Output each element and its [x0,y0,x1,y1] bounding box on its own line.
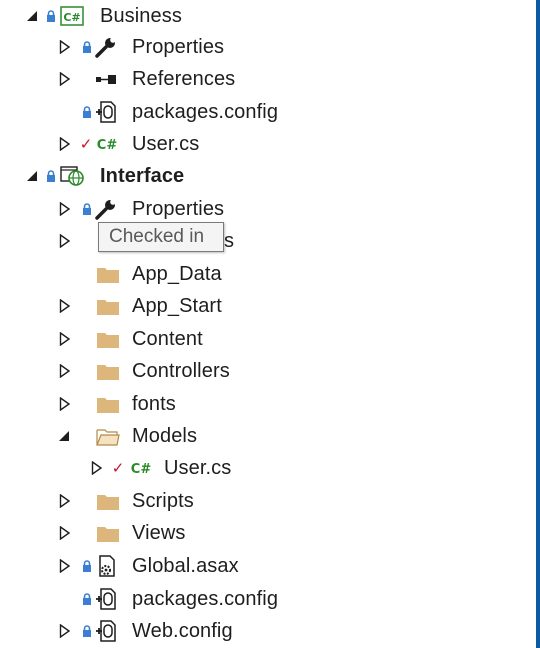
tree-node-business-references[interactable]: References [0,63,540,95]
tree-node-app-data[interactable]: App_Data [0,258,540,290]
lock-icon [82,583,92,615]
node-label: Global.asax [132,554,239,577]
folder-icon [96,355,120,387]
tree-node-global-asax[interactable]: Global.asax [0,550,540,582]
expanded-arrow-icon[interactable] [26,160,40,192]
wrench-icon [94,31,118,63]
tree-node-business-packages-config[interactable]: packages.config [0,96,540,128]
panel-edge [536,0,540,648]
lock-icon [82,550,92,582]
tree-node-views[interactable]: Views [0,517,540,549]
node-label: User.cs [132,132,200,155]
references-icon [94,63,118,95]
tree-node-fonts[interactable]: fonts [0,388,540,420]
collapsed-arrow-icon[interactable] [58,485,72,517]
tree-node-interface-properties[interactable]: Properties [0,193,540,225]
tree-node-app-start[interactable]: App_Start [0,290,540,322]
node-label: App_Data [132,262,222,285]
tree-node-business[interactable]: C# Business [0,0,540,32]
config-file-icon [94,583,118,615]
folder-icon [96,323,120,355]
tree-node-controllers[interactable]: Controllers [0,355,540,387]
node-label: App_Start [132,294,222,317]
open-folder-icon [96,420,120,452]
collapsed-arrow-icon[interactable] [90,452,104,484]
svg-text:C#: C# [131,462,152,477]
collapsed-arrow-icon[interactable] [58,355,72,387]
tree-node-business-properties[interactable]: Properties [0,31,540,63]
wrench-icon [94,193,118,225]
tree-node-interface-packages-config[interactable]: packages.config [0,583,540,615]
lock-icon [46,160,56,192]
tree-node-interface-references[interactable]: s [0,225,540,257]
node-label: Controllers [132,359,230,382]
node-label: User.cs [164,456,232,479]
config-file-icon [94,96,118,128]
tree-node-models[interactable]: Models [0,420,540,452]
csharp-file-icon: C# [128,452,152,484]
csharp-file-icon: C# [94,128,118,160]
lock-icon [82,31,92,63]
lock-icon [82,615,92,647]
collapsed-arrow-icon[interactable] [58,225,72,257]
folder-icon [96,517,120,549]
node-label: References [132,67,236,90]
folder-icon [96,290,120,322]
expanded-arrow-icon[interactable] [26,0,40,32]
collapsed-arrow-icon[interactable] [58,550,72,582]
solution-explorer-tree: C# Business Properties References packag… [0,0,540,648]
collapsed-arrow-icon[interactable] [58,31,72,63]
collapsed-arrow-icon[interactable] [58,388,72,420]
node-label: packages.config [132,100,279,123]
node-label: fonts [132,392,176,415]
node-label: Scripts [132,489,194,512]
collapsed-arrow-icon[interactable] [58,193,72,225]
svg-text:C#: C# [97,138,118,153]
tree-node-models-user-cs[interactable]: ✓ C# User.cs [0,452,540,484]
config-file-icon [94,615,118,647]
lock-icon [82,193,92,225]
collapsed-arrow-icon[interactable] [58,128,72,160]
collapsed-arrow-icon[interactable] [58,63,72,95]
expanded-arrow-icon[interactable] [58,420,72,452]
node-label: Content [132,327,203,350]
csharp-project-icon: C# [60,0,84,32]
node-label: packages.config [132,587,279,610]
tree-node-content[interactable]: Content [0,323,540,355]
folder-icon [96,485,120,517]
web-project-icon [60,160,84,192]
tree-node-interface[interactable]: Interface [0,160,540,192]
lock-icon [46,0,56,32]
node-label: Models [132,424,198,447]
lock-icon [82,96,92,128]
folder-icon [96,388,120,420]
tree-node-scripts[interactable]: Scripts [0,485,540,517]
global-asax-icon [94,550,118,582]
collapsed-arrow-icon[interactable] [58,615,72,647]
node-label: Web.config [132,619,233,642]
folder-icon [96,258,120,290]
collapsed-arrow-icon[interactable] [58,517,72,549]
checked-in-tooltip: Checked in [98,222,224,252]
node-label: Properties [132,197,225,220]
node-label: Properties [132,35,225,58]
node-label: Interface [100,164,185,187]
collapsed-arrow-icon[interactable] [58,323,72,355]
node-label: Views [132,521,186,544]
tree-node-business-user-cs[interactable]: ✓ C# User.cs [0,128,540,160]
node-label-partial: s [224,229,235,252]
node-label: Business [100,4,182,27]
collapsed-arrow-icon[interactable] [58,290,72,322]
checkmark-icon: ✓ [79,136,93,153]
checkmark-icon: ✓ [111,460,125,477]
tree-node-web-config[interactable]: Web.config [0,615,540,647]
svg-text:C#: C# [63,11,80,24]
